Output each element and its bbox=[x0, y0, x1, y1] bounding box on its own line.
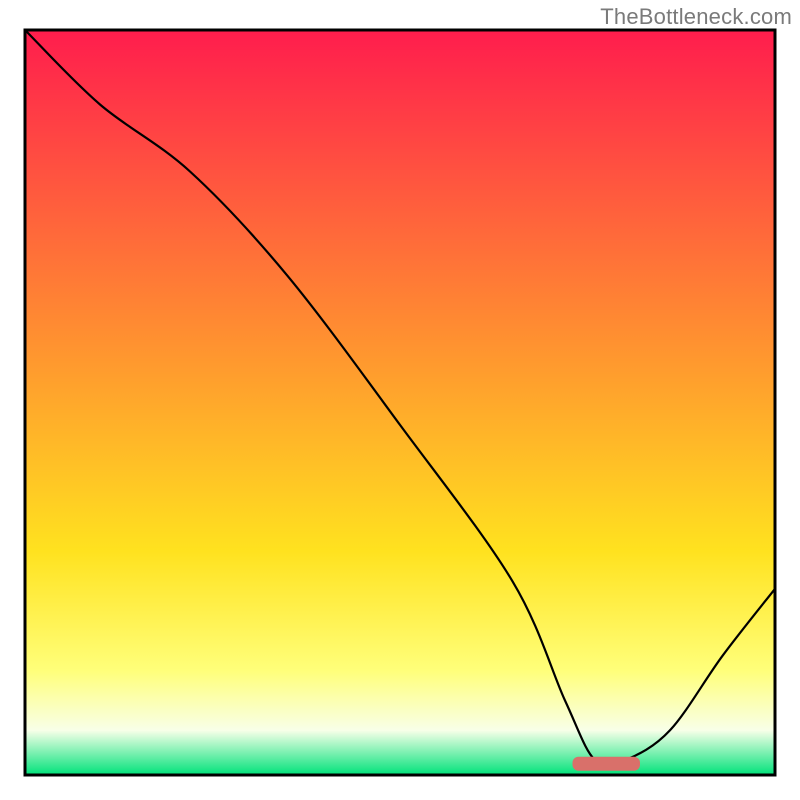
bottleneck-chart bbox=[0, 0, 800, 800]
plot-area bbox=[25, 30, 775, 775]
watermark-text: TheBottleneck.com bbox=[600, 4, 792, 30]
gradient-background bbox=[25, 30, 775, 775]
optimum-marker bbox=[573, 757, 641, 771]
